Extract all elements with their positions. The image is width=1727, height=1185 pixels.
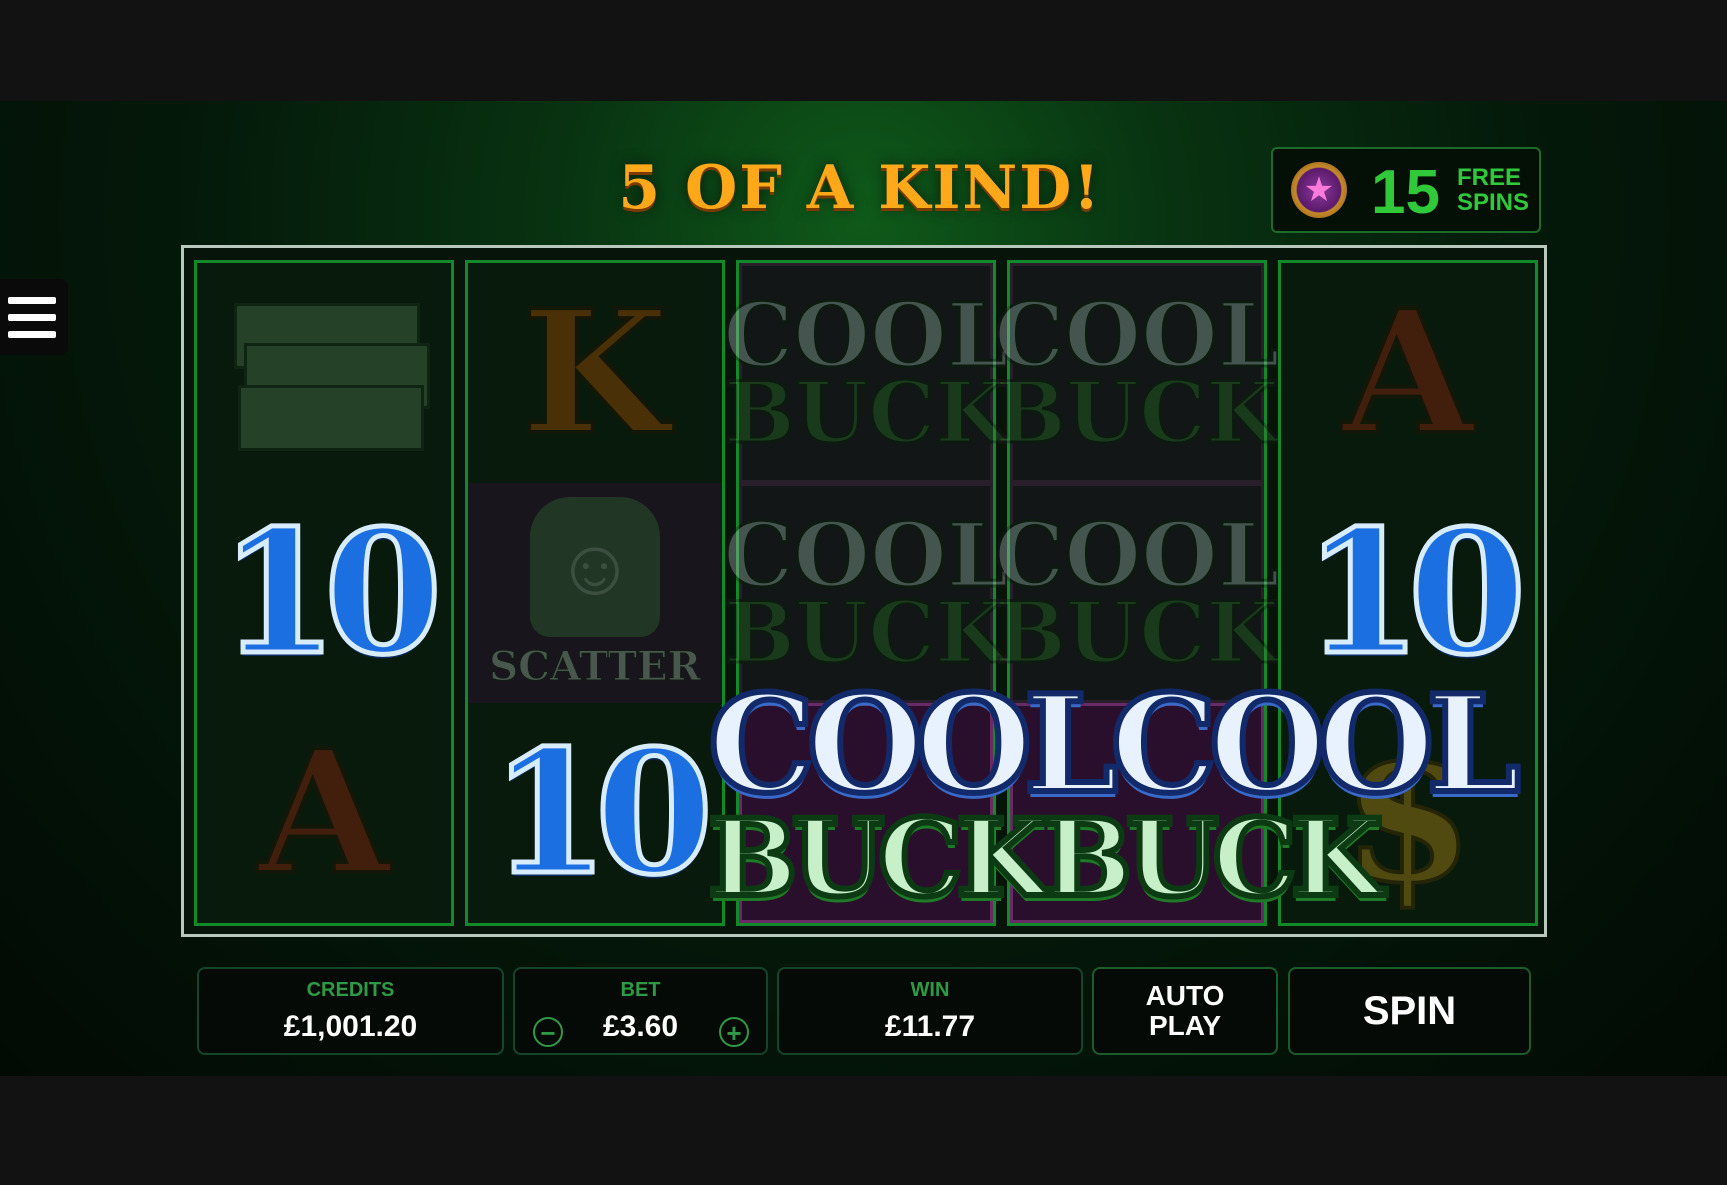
ace-symbol: A (1281, 263, 1535, 483)
cash-stack-symbol (197, 263, 451, 483)
star-coin-icon: ★ (1291, 162, 1347, 218)
ace-symbol-text: A (256, 711, 392, 915)
win-value: £11.77 (884, 1010, 976, 1043)
autoplay-button[interactable]: AUTO PLAY (1092, 967, 1278, 1055)
scatter-character-icon: ☺ (530, 496, 660, 637)
dollar-symbol-text: $ (1340, 700, 1476, 927)
bet-label: BET (620, 979, 661, 1001)
spin-button[interactable]: SPIN (1288, 967, 1531, 1055)
reel-3: COOL BUCK COOL BUCK (722, 260, 1010, 926)
cool-buck-symbol: COOL BUCK (993, 263, 1281, 483)
king-symbol: K (468, 263, 722, 483)
win-panel: WIN £11.77 (777, 967, 1083, 1055)
win-label: WIN (910, 979, 950, 1001)
ten-symbol-text: 10 (1301, 491, 1529, 696)
bet-panel: BET £3.60 − + (513, 967, 768, 1055)
cool-buck-symbol-winning (739, 703, 993, 923)
win-headline: 5 OF A KIND! (618, 153, 1102, 223)
ace-symbol: A (197, 703, 451, 923)
buck-text: BUCK (993, 582, 1280, 682)
reel-2: K ☺ SCATTER 10 (465, 260, 725, 926)
free-spins-label: FREE SPINS (1457, 164, 1530, 216)
ten-symbol-text: 10 (488, 711, 716, 916)
ten-symbol: 10 (468, 703, 722, 923)
credits-panel: CREDITS £1,001.20 (197, 967, 504, 1055)
cash-stack-icon (224, 293, 430, 453)
reel-1: 10 A (194, 260, 454, 926)
bet-increase-button[interactable]: + (719, 1017, 749, 1047)
free-spins-count: 15 (1371, 158, 1440, 227)
reel-5: A 10 $ (1278, 260, 1538, 927)
buck-text: BUCK (722, 362, 1009, 462)
ten-symbol: 10 (197, 483, 451, 703)
buck-text: BUCK (993, 362, 1280, 462)
king-symbol-text: K (519, 271, 671, 475)
buck-text: BUCK (722, 582, 1009, 682)
credits-label: CREDITS (306, 979, 395, 1001)
ten-symbol-text: 10 (217, 491, 445, 696)
ace-symbol-text: A (1340, 271, 1476, 475)
menu-icon[interactable] (0, 279, 68, 355)
cool-buck-symbol-winning (1010, 703, 1264, 923)
slot-game-screen: 5 OF A KIND! ★ 15 FREE SPINS 10 A K ☺ SC… (0, 101, 1727, 1076)
cool-buck-symbol: COOL BUCK (993, 483, 1281, 703)
scatter-label: SCATTER (489, 642, 701, 690)
ten-symbol: 10 (1281, 483, 1535, 703)
dollar-symbol: $ (1281, 700, 1535, 927)
free-spins-indicator: ★ 15 FREE SPINS (1271, 147, 1541, 233)
scatter-symbol: ☺ SCATTER (468, 483, 722, 703)
cool-buck-symbol: COOL BUCK (722, 263, 1010, 483)
cool-buck-symbol: COOL BUCK (722, 483, 1010, 703)
reels-area: 10 A K ☺ SCATTER 10 COOL BUCK COOL BUCK … (181, 245, 1547, 937)
credits-value: £1,001.20 (283, 1010, 418, 1043)
bet-decrease-button[interactable]: − (533, 1017, 563, 1047)
reel-4: COOL BUCK COOL BUCK (993, 260, 1281, 926)
